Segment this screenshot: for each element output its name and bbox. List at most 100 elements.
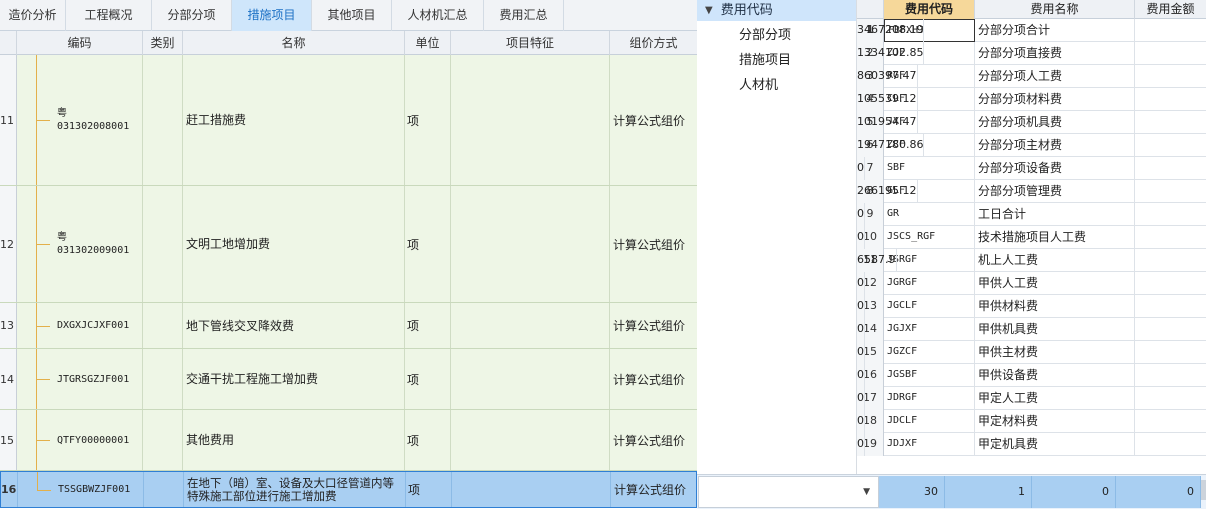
type-cell[interactable] <box>144 472 184 507</box>
fee-amount-cell[interactable]: 0 <box>857 341 865 364</box>
feature-cell[interactable] <box>452 472 611 507</box>
feature-cell[interactable] <box>451 303 610 348</box>
code-cell[interactable]: JTGRSGZJF001 <box>17 349 143 409</box>
fee-name-cell[interactable]: 分部分项设备费 <box>975 157 1135 180</box>
fee-amount-cell[interactable]: 0 <box>857 318 865 341</box>
unit-cell[interactable]: 项 <box>405 186 451 302</box>
edit-value-3[interactable]: 0 <box>1032 476 1116 508</box>
fee-code-cell[interactable]: JDJXF <box>884 433 975 456</box>
fee-amount-cell[interactable]: 101954.47 <box>857 111 918 134</box>
header-type[interactable]: 类别 <box>143 31 183 55</box>
code-cell[interactable]: DXGXJCJXF001 <box>17 303 143 348</box>
fee-code-cell[interactable]: SBF <box>884 157 975 180</box>
fee-name-cell[interactable]: 甲定人工费 <box>975 387 1135 410</box>
fee-name-cell[interactable]: 技术措施项目人工费 <box>975 226 1135 249</box>
pricing-mode-cell[interactable]: 计算公式组价 <box>610 410 697 470</box>
header-fee-name[interactable]: 费用名称 <box>975 0 1135 19</box>
fee-amount-cell[interactable]: 6587.9 <box>857 249 897 272</box>
fee-row[interactable]: 8 GLF 分部分项管理费 266195.12 <box>857 180 1206 203</box>
code-cell[interactable]: 粤 031302009001 <box>17 186 143 302</box>
fee-name-cell[interactable]: 甲供主材费 <box>975 341 1135 364</box>
fee-code-cell[interactable]: JDCLF <box>884 410 975 433</box>
fee-name-cell[interactable]: 甲定材料费 <box>975 410 1135 433</box>
fee-amount-cell[interactable]: 266195.12 <box>857 180 918 203</box>
fee-amount-cell[interactable]: 0 <box>857 157 865 180</box>
name-cell[interactable]: 其他费用 <box>183 410 405 470</box>
pricing-mode-cell[interactable]: 计算公式组价 <box>610 349 697 409</box>
fee-code-cell[interactable]: JGZCF <box>884 341 975 364</box>
fee-row[interactable]: 13 JGCLF 甲供材料费 0 <box>857 295 1206 318</box>
fee-row[interactable]: 10 JSCS_RGF 技术措施项目人工费 0 <box>857 226 1206 249</box>
fee-name-cell[interactable]: 分部分项管理费 <box>975 180 1135 203</box>
fee-amount-cell[interactable]: 0 <box>857 226 865 249</box>
fee-code-cell[interactable]: JSRGF <box>884 249 975 272</box>
tab-project-overview[interactable]: 工程概况 <box>66 0 152 31</box>
pricing-mode-cell[interactable]: 计算公式组价 <box>610 55 697 185</box>
header-name[interactable]: 名称 <box>183 31 405 55</box>
unit-cell[interactable]: 项 <box>405 55 451 185</box>
fee-row[interactable]: 18 JDCLF 甲定材料费 0 <box>857 410 1206 433</box>
fee-row[interactable]: 11 JSRGF 机上人工费 6587.9 <box>857 249 1206 272</box>
tab-measure-items[interactable]: 措施项目 <box>232 0 312 31</box>
code-cell[interactable]: TSSGBWZJF001 <box>18 472 144 507</box>
name-cell[interactable]: 在地下（暗）室、设备及大口径管道内等特殊施工部位进行施工增加费 <box>184 472 406 507</box>
tree-item-sub-items[interactable]: 分部分项 <box>697 23 856 48</box>
type-cell[interactable] <box>143 303 183 348</box>
fee-amount-cell[interactable]: 1334102.85 <box>857 42 925 65</box>
table-row[interactable]: 12 粤 031302009001 文明工地增加费 项 计算公式组价 <box>0 186 697 303</box>
fee-name-cell[interactable]: 甲定机具费 <box>975 433 1135 456</box>
edit-value-1[interactable]: 30 <box>879 476 945 508</box>
fee-name-cell[interactable]: 机上人工费 <box>975 249 1135 272</box>
tab-sub-items[interactable]: 分部分项 <box>152 0 232 31</box>
pricing-mode-cell[interactable]: 计算公式组价 <box>611 472 697 507</box>
code-cell[interactable]: 粤 031302008001 <box>17 55 143 185</box>
table-row[interactable]: 11 粤 031302008001 赶工措施费 项 计算公式组价 <box>0 55 697 186</box>
code-cell[interactable]: QTFY00000001 <box>17 410 143 470</box>
feature-cell[interactable] <box>451 349 610 409</box>
fee-code-cell[interactable]: JGJXF <box>884 318 975 341</box>
table-row[interactable]: 15 QTFY00000001 其他费用 项 计算公式组价 <box>0 410 697 471</box>
feature-cell[interactable] <box>451 186 610 302</box>
header-feature[interactable]: 项目特征 <box>451 31 610 55</box>
unit-cell[interactable]: 项 <box>405 303 451 348</box>
fee-amount-cell[interactable]: 3467208.19 <box>857 19 925 42</box>
edit-value-4[interactable]: 0 <box>1116 476 1201 508</box>
fee-amount-cell[interactable]: 0 <box>857 295 865 318</box>
fee-row[interactable]: 12 JGRGF 甲供人工费 0 <box>857 272 1206 295</box>
pricing-mode-cell[interactable]: 计算公式组价 <box>610 303 697 348</box>
feature-cell[interactable] <box>451 55 610 185</box>
fee-name-cell[interactable]: 甲供设备费 <box>975 364 1135 387</box>
type-cell[interactable] <box>143 55 183 185</box>
table-row[interactable]: 14 JTGRSGZJF001 交通干扰工程施工增加费 项 计算公式组价 <box>0 349 697 410</box>
fee-name-cell[interactable]: 分部分项直接费 <box>975 42 1135 65</box>
tab-labor-material-summary[interactable]: 人材机汇总 <box>392 0 484 31</box>
tree-item-measure-items[interactable]: 措施项目 <box>697 48 856 73</box>
header-pricing-mode[interactable]: 组价方式 <box>610 31 697 55</box>
tab-other-items[interactable]: 其他项目 <box>312 0 392 31</box>
fee-amount-cell[interactable]: 0 <box>857 272 865 295</box>
fee-name-cell[interactable]: 分部分项主材费 <box>975 134 1135 157</box>
fee-code-cell[interactable]: JDRGF <box>884 387 975 410</box>
fee-code-cell[interactable]: JGSBF <box>884 364 975 387</box>
feature-cell[interactable] <box>451 410 610 470</box>
unit-cell[interactable]: 项 <box>405 410 451 470</box>
fee-amount-cell[interactable]: 0 <box>857 387 865 410</box>
fee-name-cell[interactable]: 分部分项合计 <box>975 19 1135 42</box>
fee-amount-cell[interactable]: 105539.12 <box>857 88 918 111</box>
fee-amount-cell[interactable]: 0 <box>857 410 865 433</box>
fee-row[interactable]: 15 JGZCF 甲供主材费 0 <box>857 341 1206 364</box>
scrollbar[interactable] <box>1201 480 1206 500</box>
fee-row[interactable]: 17 JDRGF 甲定人工费 0 <box>857 387 1206 410</box>
fee-name-cell[interactable]: 甲供人工费 <box>975 272 1135 295</box>
table-row-selected[interactable]: 16 TSSGBWZJF001 在地下（暗）室、设备及大口径管道内等特殊施工部位… <box>0 471 697 508</box>
name-cell[interactable]: 赶工措施费 <box>183 55 405 185</box>
fee-row[interactable]: 9 GR 工日合计 0 <box>857 203 1206 226</box>
formula-dropdown[interactable]: ▼ <box>698 476 879 508</box>
tab-fee-summary[interactable]: 费用汇总 <box>484 0 564 31</box>
type-cell[interactable] <box>143 410 183 470</box>
fee-code-cell[interactable]: JSCS_RGF <box>884 226 975 249</box>
fee-row[interactable]: 3 RGF 分部分项人工费 860397.47 <box>857 65 1206 88</box>
fee-amount-cell[interactable]: 860397.47 <box>857 65 918 88</box>
chevron-down-icon[interactable]: ▼ <box>705 0 713 21</box>
fee-name-cell[interactable]: 分部分项材料费 <box>975 88 1135 111</box>
